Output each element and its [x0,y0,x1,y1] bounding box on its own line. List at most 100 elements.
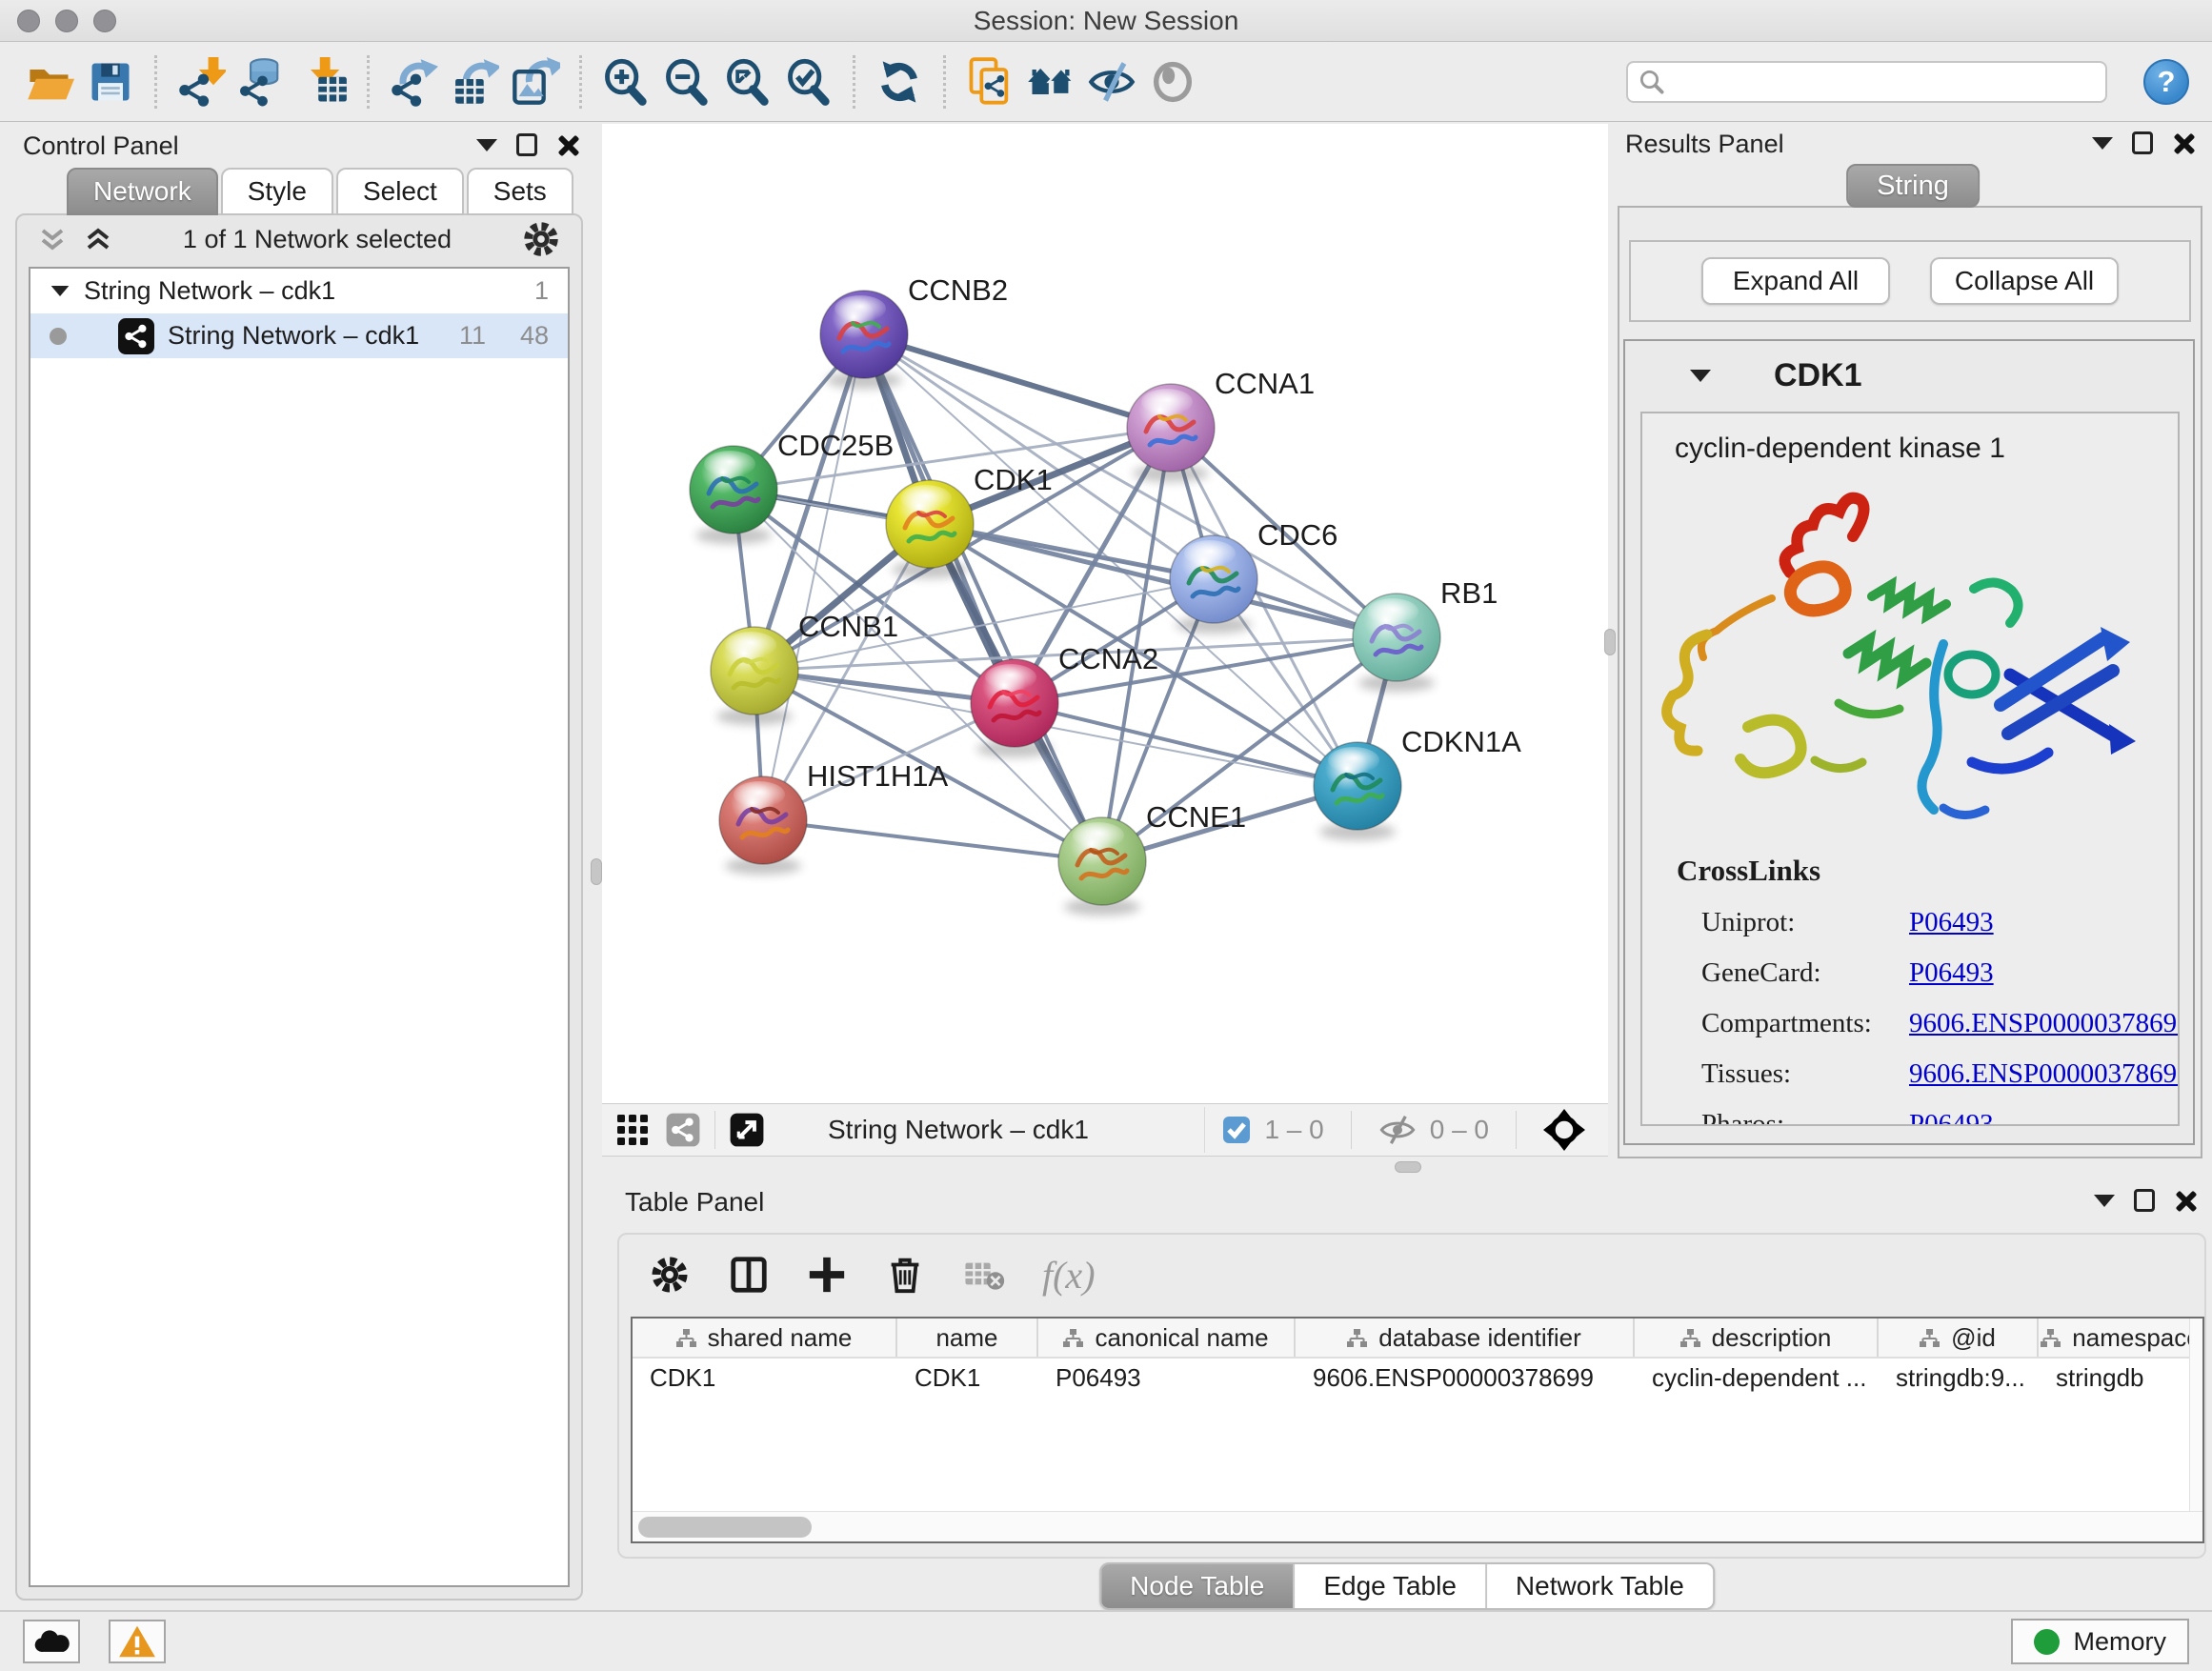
close-panel-icon[interactable] [2172,131,2195,154]
zoom-selected-icon[interactable] [778,51,839,112]
tab-select[interactable]: Select [336,168,464,215]
network-view-mode-icon[interactable] [665,1112,701,1148]
clone-network-icon[interactable] [959,51,1020,112]
close-panel-icon[interactable] [556,133,579,156]
column-header-database-identifier[interactable]: database identifier [1296,1319,1635,1357]
column-header-namespace[interactable]: namespace [2039,1319,2204,1357]
import-table-icon[interactable] [292,51,353,112]
refresh-view-icon[interactable] [869,51,930,112]
float-panel-icon[interactable] [516,133,537,156]
tab-sets[interactable]: Sets [467,168,573,215]
delete-icon[interactable] [884,1254,926,1296]
warnings-button[interactable] [109,1620,166,1663]
tab-network-table[interactable]: Network Table [1487,1564,1713,1608]
column-header-shared-name[interactable]: shared name [633,1319,897,1357]
show-preview-icon[interactable] [1142,51,1203,112]
network-node-CDKN1A[interactable] [1314,742,1401,830]
panel-menu-icon[interactable] [476,139,497,151]
tab-node-table[interactable]: Node Table [1101,1564,1295,1608]
network-node-CCNA1[interactable] [1127,384,1215,472]
network-node-CCNA2[interactable] [971,659,1058,747]
tab-style[interactable]: Style [221,168,333,215]
zoom-in-icon[interactable] [595,51,656,112]
crosslink-value-link[interactable]: P06493 [1909,1109,1994,1126]
network-edge-HIST1H1A-CCNE1[interactable] [763,820,1102,861]
export-table-icon[interactable] [444,51,505,112]
export-image-icon[interactable] [505,51,566,112]
network-node-CCNB2[interactable] [820,291,908,378]
collapse-all-button[interactable]: Collapse All [1930,257,2119,305]
save-session-icon[interactable] [80,51,141,112]
right-splitter-handle[interactable] [1604,629,1616,655]
table-cell[interactable]: 9606.ENSP00000378699 [1296,1359,1635,1397]
column-header-canonical-name[interactable]: canonical name [1038,1319,1296,1357]
tab-string[interactable]: String [1846,164,1980,208]
add-column-icon[interactable] [728,1254,770,1296]
open-session-icon[interactable] [19,51,80,112]
network-canvas[interactable]: CCNB2CCNA1CDC25BCDK1CDC6RB1CCNB1CCNA2CDK… [602,124,1608,1103]
tree-expand-icon[interactable] [51,286,70,296]
collapse-entry-icon[interactable] [1690,370,1711,382]
zoom-fit-icon[interactable] [717,51,778,112]
horizontal-scrollbar[interactable] [633,1511,2202,1541]
table-cell[interactable]: cyclin-dependent ... [1635,1359,1879,1397]
import-network-database-icon[interactable] [231,51,292,112]
import-network-file-icon[interactable] [171,51,231,112]
cloud-status-button[interactable] [23,1620,80,1663]
crosslink-value-link[interactable]: 9606.ENSP00000378699 [1909,1008,2180,1039]
table-cell[interactable]: CDK1 [633,1359,897,1397]
hide-selected-icon[interactable] [1081,51,1142,112]
vertical-scrollbar[interactable] [2189,1319,2202,1511]
network-node-CCNB1[interactable] [711,627,798,715]
expand-all-icon[interactable] [82,223,114,255]
network-node-CDC6[interactable] [1170,535,1257,623]
column-header--id[interactable]: @id [1879,1319,2039,1357]
float-panel-icon[interactable] [2132,131,2153,154]
float-panel-icon[interactable] [2134,1189,2155,1212]
column-header-description[interactable]: description [1635,1319,1879,1357]
crosslink-value-link[interactable]: P06493 [1909,907,1994,938]
tab-network[interactable]: Network [67,168,218,215]
panel-menu-icon[interactable] [2092,137,2113,150]
network-node-CDK1[interactable] [886,480,974,568]
zoom-out-icon[interactable] [656,51,717,112]
panel-menu-icon[interactable] [2094,1195,2115,1207]
selected-checkbox-icon[interactable] [1222,1116,1251,1144]
export-network-icon[interactable] [383,51,444,112]
scrollbar-thumb[interactable] [638,1517,812,1538]
gear-icon[interactable] [520,218,562,260]
crosslink-value-link[interactable]: P06493 [1909,957,1994,989]
expand-all-button[interactable]: Expand All [1701,257,1890,305]
tab-edge-table[interactable]: Edge Table [1295,1564,1487,1608]
network-edge-CCNB2-CCNA1[interactable] [864,334,1171,428]
column-header-name[interactable]: name [897,1319,1038,1357]
entry-name: CDK1 [1774,357,1862,394]
result-entry-header[interactable]: CDK1 [1625,341,2193,410]
table-row[interactable]: CDK1CDK1P064939606.ENSP00000378699cyclin… [633,1359,2202,1397]
birdseye-crosshair-icon[interactable] [1543,1109,1585,1151]
tree-network-row[interactable]: String Network – cdk11148 [30,313,568,358]
detach-view-icon[interactable] [729,1112,765,1148]
network-node-CDC25B[interactable] [690,446,777,534]
network-node-HIST1H1A[interactable] [719,776,807,864]
close-panel-icon[interactable] [2174,1189,2197,1212]
table-cell[interactable]: stringdb:9... [1879,1359,2039,1397]
table-gear-icon[interactable] [648,1253,692,1297]
network-node-CCNE1[interactable] [1058,817,1146,905]
network-node-RB1[interactable] [1353,594,1440,681]
memory-button[interactable]: Memory [2011,1619,2189,1664]
horizontal-splitter-handle[interactable] [1395,1161,1421,1173]
collapse-all-icon[interactable] [36,223,69,255]
string-home-icon[interactable] [1020,51,1081,112]
left-splitter-handle[interactable] [591,858,602,885]
table-cell[interactable]: CDK1 [897,1359,1038,1397]
tree-root-row[interactable]: String Network – cdk11 [30,269,568,313]
network-edge-CCNA2-CDKN1A[interactable] [1015,703,1357,786]
grid-view-icon[interactable] [615,1113,650,1147]
table-cell[interactable]: P06493 [1038,1359,1296,1397]
help-icon[interactable]: ? [2143,59,2189,105]
add-row-icon[interactable] [806,1254,848,1296]
table-cell[interactable]: stringdb [2039,1359,2204,1397]
search-input[interactable] [1666,64,2105,100]
crosslink-value-link[interactable]: 9606.ENSP00000378699 [1909,1058,2180,1090]
